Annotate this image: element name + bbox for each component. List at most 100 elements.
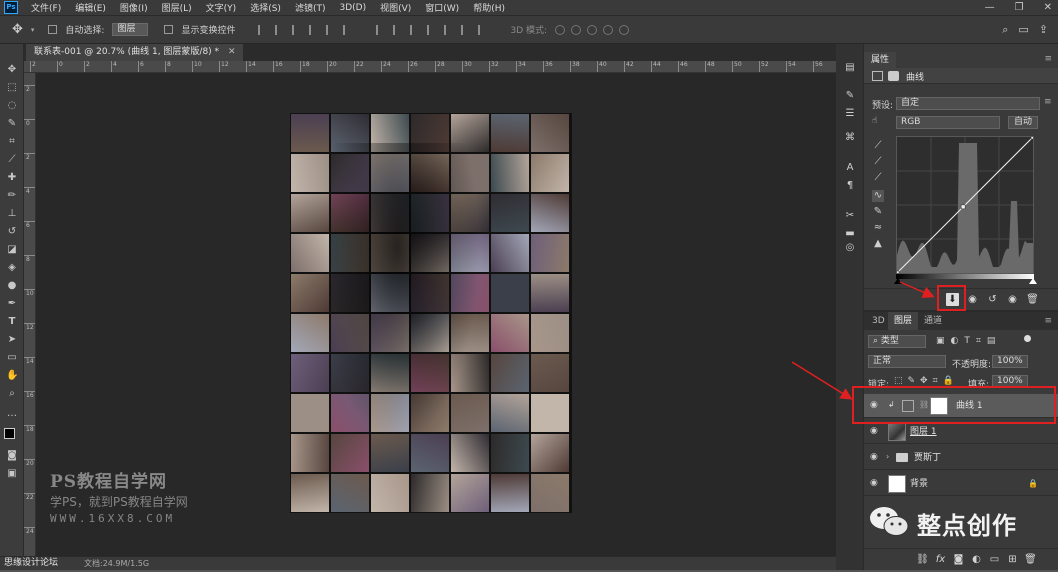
align-vcenter-icon[interactable] [274, 24, 286, 35]
menu-type[interactable]: 文字(Y) [199, 1, 244, 14]
3d-slide-icon[interactable] [603, 24, 614, 35]
opacity-input[interactable]: 100% [992, 355, 1028, 368]
menu-layer[interactable]: 图层(L) [155, 1, 199, 14]
delete-adjustment-icon[interactable]: 🗑 [1026, 293, 1039, 306]
move-tool-icon[interactable]: ✥ [6, 64, 18, 76]
clone-stamp-tool-icon[interactable]: ⊥ [6, 208, 18, 220]
paths-panel-icon[interactable]: ⌘ [844, 132, 856, 144]
panel-menu-icon[interactable]: ≡ [1044, 54, 1052, 64]
path-select-tool-icon[interactable]: ➤ [6, 334, 18, 346]
menu-edit[interactable]: 编辑(E) [68, 1, 113, 14]
horizontal-ruler[interactable]: 2 0 2 4 6 8 10 12 14 16 18 20 22 24 26 28 30 32 34 36 38 40 42… [24, 61, 836, 73]
align-left-icon[interactable] [308, 24, 320, 35]
paragraph-panel-icon[interactable]: ¶ [844, 180, 856, 192]
3d-scale-icon[interactable] [619, 24, 630, 35]
healing-brush-tool-icon[interactable]: ✚ [6, 172, 18, 184]
crop-tool-icon[interactable]: ⌗ [6, 136, 18, 148]
align-top-icon[interactable] [257, 24, 269, 35]
menu-select[interactable]: 选择(S) [243, 1, 288, 14]
pen-tool-icon[interactable]: ✒ [6, 298, 18, 310]
gray-point-eyedropper-icon[interactable]: ⟋ [872, 156, 884, 168]
auto-button[interactable]: 自动 [1008, 116, 1038, 129]
dodge-tool-icon[interactable]: ● [6, 280, 18, 292]
toggle-visibility-icon[interactable]: ◉ [1006, 293, 1019, 306]
restore-icon[interactable]: ❐ [1015, 0, 1024, 16]
tab-layers[interactable]: 图层 [888, 312, 919, 330]
3d-rotate-icon[interactable] [555, 24, 566, 35]
auto-align-icon[interactable] [477, 24, 489, 35]
on-image-adjust-icon[interactable]: ☝ [872, 116, 877, 126]
workspace-icon[interactable]: ▭ [1018, 23, 1028, 37]
more-tools-icon[interactable]: … [6, 408, 18, 420]
adjustments-panel-icon[interactable]: ☰ [844, 108, 856, 120]
black-slider-handle[interactable] [894, 278, 902, 284]
tab-channels[interactable]: 通道 [918, 312, 948, 330]
distribute-top-icon[interactable] [375, 24, 387, 35]
vertical-ruler[interactable]: 2 0 2 4 6 8 10 12 14 16 18 20 22 24 [24, 73, 36, 559]
eyedropper-tool-icon[interactable]: ⟋ [6, 154, 18, 166]
distribute-hcenter-icon[interactable] [443, 24, 455, 35]
preset-dropdown[interactable]: 自定 [896, 97, 1040, 110]
3d-roll-icon[interactable] [571, 24, 582, 35]
lock-icons[interactable]: ⬚✎✥⌗🔒 [894, 376, 959, 386]
menu-view[interactable]: 视图(V) [373, 1, 418, 14]
expand-arrow-icon[interactable]: › [886, 452, 889, 461]
layer-name[interactable]: 贾斯丁 [914, 446, 941, 470]
document-tab[interactable]: 联系表-001 @ 20.7% (曲线 1, 图层蒙版/8) * ✕ [26, 44, 244, 61]
hand-tool-icon[interactable]: ✋ [6, 370, 18, 382]
document-size-info[interactable]: 文档:24.9M/1.5G [84, 557, 149, 570]
menu-help[interactable]: 帮助(H) [466, 1, 512, 14]
align-right-icon[interactable] [342, 24, 354, 35]
screen-mode-icon[interactable]: ▣ [6, 468, 18, 480]
mask-icon[interactable] [888, 71, 899, 81]
layer-row-background[interactable]: ◉ 背景 🔒 [864, 472, 1058, 496]
marquee-tool-icon[interactable]: ⬚ [6, 82, 18, 94]
align-bottom-icon[interactable] [291, 24, 303, 35]
smooth-curve-icon[interactable]: ≈ [872, 222, 884, 234]
new-layer-icon[interactable]: ⊞ [1006, 553, 1019, 566]
type-tool-icon[interactable]: T [6, 316, 18, 328]
share-icon[interactable]: ⇪ [1039, 23, 1048, 37]
distribute-vcenter-icon[interactable] [392, 24, 404, 35]
menu-filter[interactable]: 滤镜(T) [288, 1, 333, 14]
brush-tool-icon[interactable]: ✏ [6, 190, 18, 202]
new-adjustment-icon[interactable]: ◐ [970, 553, 983, 566]
visibility-eye-icon[interactable]: ◉ [870, 452, 880, 462]
close-icon[interactable]: ✕ [1044, 0, 1052, 16]
history-panel-icon[interactable]: ▤ [844, 62, 856, 74]
clipping-warning-icon[interactable]: ▲ [872, 238, 884, 250]
zoom-tool-icon[interactable]: ⌕ [6, 388, 18, 400]
menu-3d[interactable]: 3D(D) [332, 3, 373, 13]
kind-filter-dropdown[interactable]: ⌕ 类型 [868, 335, 926, 348]
quick-select-tool-icon[interactable]: ✎ [6, 118, 18, 130]
pencil-curve-icon[interactable]: ✎ [872, 206, 884, 218]
white-slider-handle[interactable] [1029, 278, 1037, 284]
filter-toggle-icon[interactable] [1024, 335, 1031, 342]
quick-mask-icon[interactable]: ◙ [6, 450, 18, 462]
new-group-icon[interactable]: ▭ [988, 553, 1001, 566]
properties-tab[interactable]: 属性 [864, 52, 897, 68]
show-transform-checkbox[interactable] [164, 25, 174, 34]
history-brush-tool-icon[interactable]: ↺ [6, 226, 18, 238]
layer-row-group[interactable]: ◉ › 贾斯丁 [864, 446, 1058, 470]
view-previous-state-icon[interactable]: ◉ [966, 293, 979, 306]
minimize-icon[interactable]: — [985, 0, 995, 16]
blend-mode-dropdown[interactable]: 正常 [868, 355, 946, 368]
add-mask-icon[interactable]: ◙ [952, 553, 965, 566]
reset-adjustment-icon[interactable]: ↺ [986, 293, 999, 306]
lasso-tool-icon[interactable]: ◌ [6, 100, 18, 112]
black-point-eyedropper-icon[interactable]: ⟋ [872, 140, 884, 152]
delete-layer-icon[interactable]: 🗑 [1024, 553, 1037, 566]
distribute-bottom-icon[interactable] [409, 24, 421, 35]
rectangle-tool-icon[interactable]: ▭ [6, 352, 18, 364]
close-tab-icon[interactable]: ✕ [228, 47, 236, 57]
channel-dropdown[interactable]: RGB [896, 116, 1000, 129]
character-panel-icon[interactable]: A [844, 162, 856, 174]
filter-icons[interactable]: ▣◐T⌗▤ [936, 336, 1001, 346]
preset-menu-icon[interactable]: ≡ [1044, 97, 1052, 107]
menu-file[interactable]: 文件(F) [24, 1, 68, 14]
auto-select-checkbox[interactable] [48, 25, 58, 34]
visibility-eye-icon[interactable]: ◉ [870, 426, 880, 436]
libraries-panel-icon[interactable]: ◎ [844, 242, 856, 254]
visibility-eye-icon[interactable]: ◉ [870, 478, 880, 488]
